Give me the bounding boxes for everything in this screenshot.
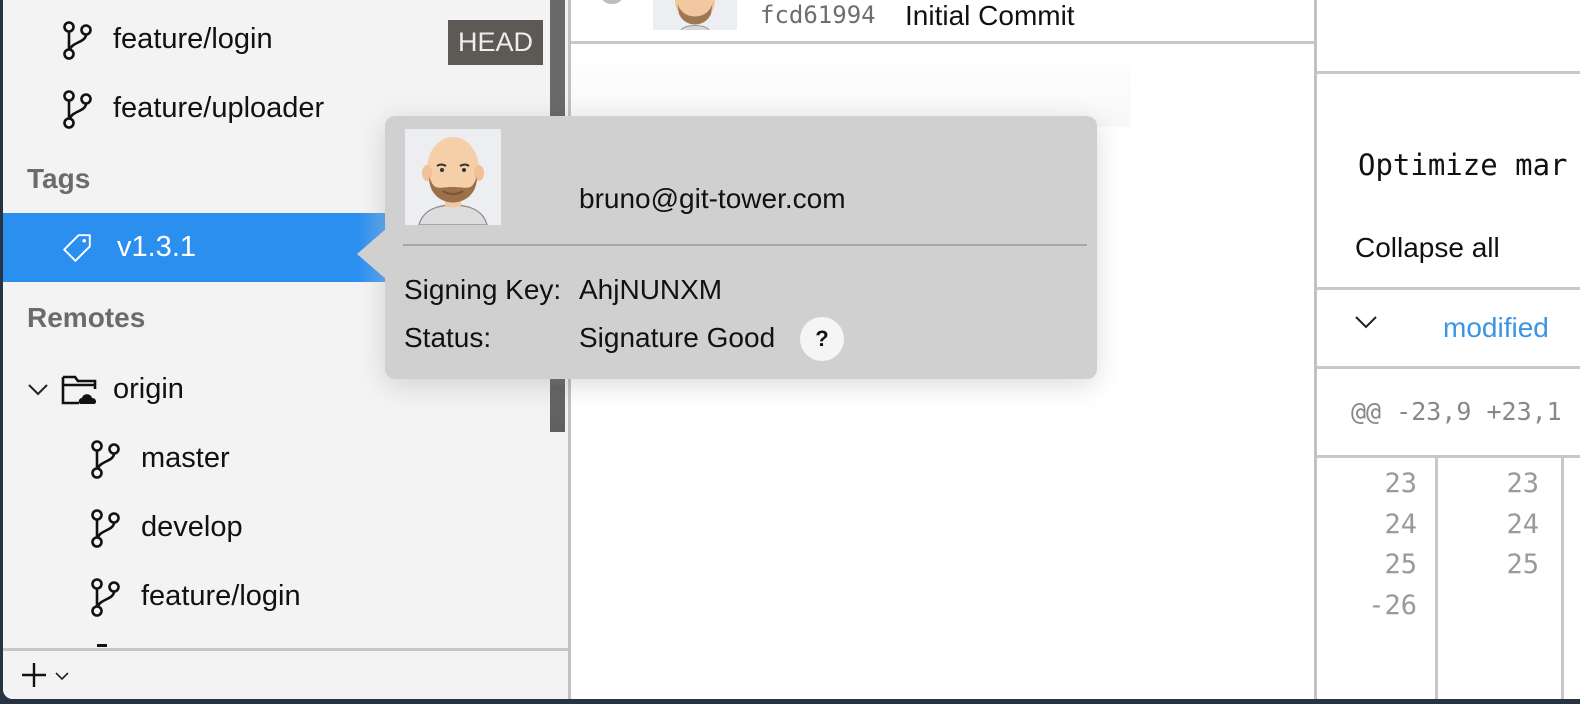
commit-details-pane: Optimize mar Collapse all modified @@ -2… — [1314, 0, 1580, 699]
collapse-all-button[interactable]: Collapse all — [1355, 232, 1500, 264]
popover-arrow — [357, 228, 387, 280]
branch-name: feature/login — [141, 580, 301, 612]
popover-shadow — [571, 47, 1131, 127]
hunk-header-text: @@ -23,9 +23,1 — [1351, 397, 1562, 426]
line-number: -26 — [1368, 589, 1417, 621]
commit-subject: Optimize mar — [1358, 148, 1568, 182]
branch-name: develop — [141, 511, 243, 543]
commit-author-avatar — [653, 0, 737, 30]
add-button[interactable] — [21, 661, 81, 693]
cloud-folder-icon — [61, 370, 101, 410]
old-line-numbers: 23 24 25 -26 — [1317, 458, 1438, 699]
commit-hash: fcd61994 — [760, 1, 876, 29]
sidebar-remote-branch-develop[interactable]: develop — [3, 493, 568, 562]
branch-icon — [61, 20, 93, 60]
author-email: bruno@git-tower.com — [579, 183, 846, 214]
signing-key-value: AhjNUNXM — [579, 274, 723, 305]
line-number: 25 — [1384, 549, 1417, 580]
branch-icon — [89, 508, 121, 548]
branch-name: feature/login — [113, 23, 273, 55]
file-status: modified — [1443, 312, 1549, 343]
sidebar-remote-branch-feature-login[interactable]: feature/login — [3, 562, 568, 631]
plus-icon — [21, 662, 47, 693]
help-button[interactable]: ? — [800, 317, 844, 361]
status-label: Status: — [404, 322, 492, 353]
tag-name: v1.3.1 — [117, 231, 196, 263]
commit-row[interactable]: fcd61994 Initial Commit — [571, 0, 1314, 44]
author-avatar — [405, 129, 501, 225]
branch-name: feature/uploader — [113, 92, 325, 124]
line-number: 24 — [1384, 508, 1417, 540]
details-header — [1317, 0, 1580, 74]
line-number: 24 — [1506, 508, 1539, 540]
commit-graph-node — [601, 0, 623, 4]
hunk-header: @@ -23,9 +23,1 — [1317, 369, 1580, 458]
chevron-down-icon[interactable] — [1354, 314, 1378, 335]
branch-name: master — [141, 442, 230, 474]
branch-icon — [61, 89, 93, 129]
file-header[interactable]: modified — [1317, 287, 1580, 369]
head-badge: HEAD — [448, 20, 543, 65]
sidebar-remote-branch-master[interactable]: master — [3, 424, 568, 493]
divider — [403, 244, 1087, 246]
branch-icon — [89, 439, 121, 479]
tag-icon — [61, 228, 93, 268]
commit-message: Initial Commit — [905, 0, 1075, 31]
tags-heading[interactable]: Tags — [27, 163, 90, 195]
new-line-numbers: 23 24 25 — [1438, 458, 1564, 699]
signature-status: Signature Good — [579, 322, 776, 353]
branch-icon — [89, 577, 121, 617]
app-window: feature/login HEAD feature/uploader Tags… — [3, 0, 1580, 699]
chevron-down-icon[interactable] — [27, 383, 51, 397]
line-number: 23 — [1384, 468, 1417, 499]
line-number: 25 — [1506, 549, 1539, 580]
partial-item-icon — [97, 644, 107, 647]
sidebar-footer — [3, 648, 568, 699]
remote-name: origin — [113, 373, 184, 405]
signature-popover: bruno@git-tower.com Signing Key: AhjNUNX… — [357, 116, 1097, 379]
remotes-heading[interactable]: Remotes — [27, 302, 145, 334]
sidebar-branch-feature-login[interactable]: feature/login HEAD — [3, 5, 568, 74]
signing-key-label: Signing Key: — [404, 274, 562, 305]
chevron-down-icon — [55, 668, 69, 686]
line-number: 23 — [1506, 468, 1539, 499]
